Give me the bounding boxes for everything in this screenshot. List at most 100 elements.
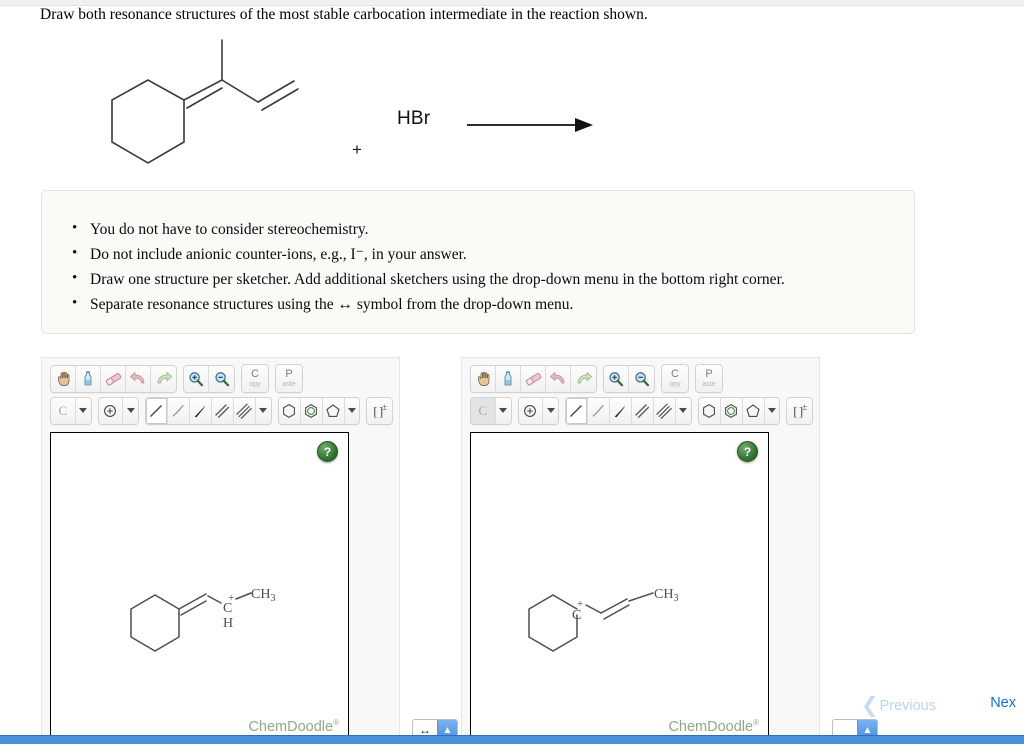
bottom-status-bar [0, 735, 1024, 744]
charge-tool-icon[interactable] [518, 397, 544, 424]
element-select-carbon[interactable]: C [51, 397, 76, 424]
paste-label-big: P [285, 368, 293, 380]
chemdoodle-sketcher-1[interactable]: C opy P aste C []± ? C + H CH3 ChemDood… [41, 357, 400, 744]
cyclopentane-ring-icon[interactable] [322, 397, 345, 424]
element-dropdown-chevron-down-icon[interactable] [75, 397, 91, 424]
ring-dropdown-chevron-down-icon[interactable] [344, 397, 360, 424]
help-icon[interactable]: ? [317, 441, 338, 462]
sketcher-canvas-1[interactable]: ? C + H CH3 ChemDoodle® [50, 432, 349, 738]
aromatic-ring-icon[interactable] [300, 397, 323, 424]
undo-icon[interactable] [546, 365, 571, 392]
element-label: C [478, 402, 488, 418]
copy-button[interactable]: C opy [662, 365, 688, 392]
zoom-in-icon[interactable] [604, 365, 629, 392]
drawn-structure-2: C + CH3 [528, 587, 678, 652]
single-bond-icon[interactable] [146, 397, 168, 424]
chemdoodle-watermark: ChemDoodle® [248, 718, 339, 735]
tool-group-rings [277, 396, 361, 425]
zoom-out-icon[interactable] [209, 365, 234, 392]
benzene-ring-icon[interactable] [698, 397, 721, 424]
copy-button[interactable]: C opy [242, 365, 268, 392]
hash-wedge-bond-icon[interactable] [167, 397, 190, 424]
bracket-label: [ ] [373, 403, 383, 419]
sketcher-canvas-2[interactable]: ? C + CH3 ChemDoodle® [470, 432, 769, 738]
tool-group-pan [470, 364, 597, 393]
paste-label-small: aste [702, 381, 716, 388]
zoom-in-icon[interactable] [184, 365, 209, 392]
carbocation-plus-label: + [577, 598, 583, 610]
chemdoodle-watermark: ChemDoodle® [668, 718, 759, 735]
copy-label-big: C [671, 368, 679, 380]
tool-group-charge [97, 396, 139, 425]
instruction-item: You do not have to consider stereochemis… [72, 216, 914, 242]
wedge-bond-icon[interactable] [189, 397, 212, 424]
hash-wedge-bond-icon[interactable] [587, 397, 610, 424]
lasso-erase-icon[interactable] [496, 365, 521, 392]
double-bond-icon[interactable] [211, 397, 234, 424]
wedge-bond-icon[interactable] [609, 397, 632, 424]
triple-bond-icon[interactable] [653, 397, 676, 424]
page-title: Draw both resonance structures of the mo… [40, 6, 648, 23]
charge-dropdown-chevron-down-icon[interactable] [543, 397, 558, 424]
plus-sign: + [352, 140, 362, 159]
eraser-icon[interactable] [101, 365, 126, 392]
cyclopentane-ring-icon[interactable] [742, 397, 765, 424]
tool-group-bonds [145, 396, 272, 425]
ring-dropdown-chevron-down-icon[interactable] [764, 397, 780, 424]
paste-label-big: P [705, 368, 713, 380]
element-dropdown-chevron-down-icon[interactable] [495, 397, 511, 424]
eraser-icon[interactable] [521, 365, 546, 392]
triple-bond-icon[interactable] [233, 397, 256, 424]
tool-group-bonds [565, 396, 692, 425]
paste-label-small: aste [282, 381, 296, 388]
instruction-item: Separate resonance structures using the … [72, 291, 914, 317]
tool-group-charge [517, 396, 559, 425]
paste-button[interactable]: P aste [276, 365, 302, 392]
undo-icon[interactable] [126, 365, 151, 392]
charge-dropdown-chevron-down-icon[interactable] [123, 397, 138, 424]
tool-group-copy: C opy [661, 364, 689, 393]
reaction-scheme: + HBr [40, 32, 920, 182]
carbocation-h-label: H [223, 616, 233, 631]
pan-hand-icon[interactable] [471, 365, 496, 392]
previous-label: Previous [879, 697, 936, 714]
redo-icon[interactable] [151, 365, 176, 392]
tool-group-zoom [183, 364, 235, 393]
redo-icon[interactable] [571, 365, 596, 392]
tool-group-pan [50, 364, 177, 393]
previous-button[interactable]: ❮ Previous [861, 695, 936, 716]
help-icon[interactable]: ? [737, 441, 758, 462]
bond-dropdown-chevron-down-icon[interactable] [675, 397, 691, 424]
tool-group-element: C [470, 396, 512, 425]
carbocation-c-label: C [572, 608, 581, 623]
tool-group-element: C [50, 396, 92, 425]
element-select-carbon[interactable]: C [471, 397, 496, 424]
sketcher-toolbar-row-2: C []± [42, 392, 399, 426]
charge-tool-icon[interactable] [98, 397, 124, 424]
next-button[interactable]: Nex [990, 695, 1016, 711]
reagent-label: HBr [397, 108, 431, 129]
bond-dropdown-chevron-down-icon[interactable] [255, 397, 271, 424]
zoom-out-icon[interactable] [629, 365, 654, 392]
instruction-item: Do not include anionic counter-ions, e.g… [72, 241, 914, 267]
bracket-superscript: ± [802, 401, 807, 412]
chemdoodle-sketcher-2[interactable]: C opy P aste C []± ? C + CH3 ChemDoodle… [461, 357, 820, 744]
reaction-arrow [467, 118, 593, 132]
double-bond-icon[interactable] [631, 397, 654, 424]
tool-group-bracket: [ ]± [786, 396, 813, 425]
single-bond-icon[interactable] [566, 397, 588, 424]
pan-hand-icon[interactable] [51, 365, 76, 392]
benzene-ring-icon[interactable] [278, 397, 301, 424]
drawn-structure-1: C + H CH3 [130, 587, 275, 652]
sketcher2-toolbar-row-1: C opy P aste [462, 358, 819, 393]
bracket-charge-icon[interactable]: [ ]± [787, 397, 812, 424]
chevron-left-icon: ❮ [860, 694, 879, 717]
instructions-panel: You do not have to consider stereochemis… [41, 190, 915, 334]
copy-label-small: opy [669, 381, 681, 388]
lasso-erase-icon[interactable] [76, 365, 101, 392]
aromatic-ring-icon[interactable] [720, 397, 743, 424]
tool-group-rings [697, 396, 781, 425]
paste-button[interactable]: P aste [696, 365, 722, 392]
bracket-charge-icon[interactable]: [ ]± [367, 397, 392, 424]
sketcher-toolbar-row-1: C opy P aste [42, 358, 399, 393]
